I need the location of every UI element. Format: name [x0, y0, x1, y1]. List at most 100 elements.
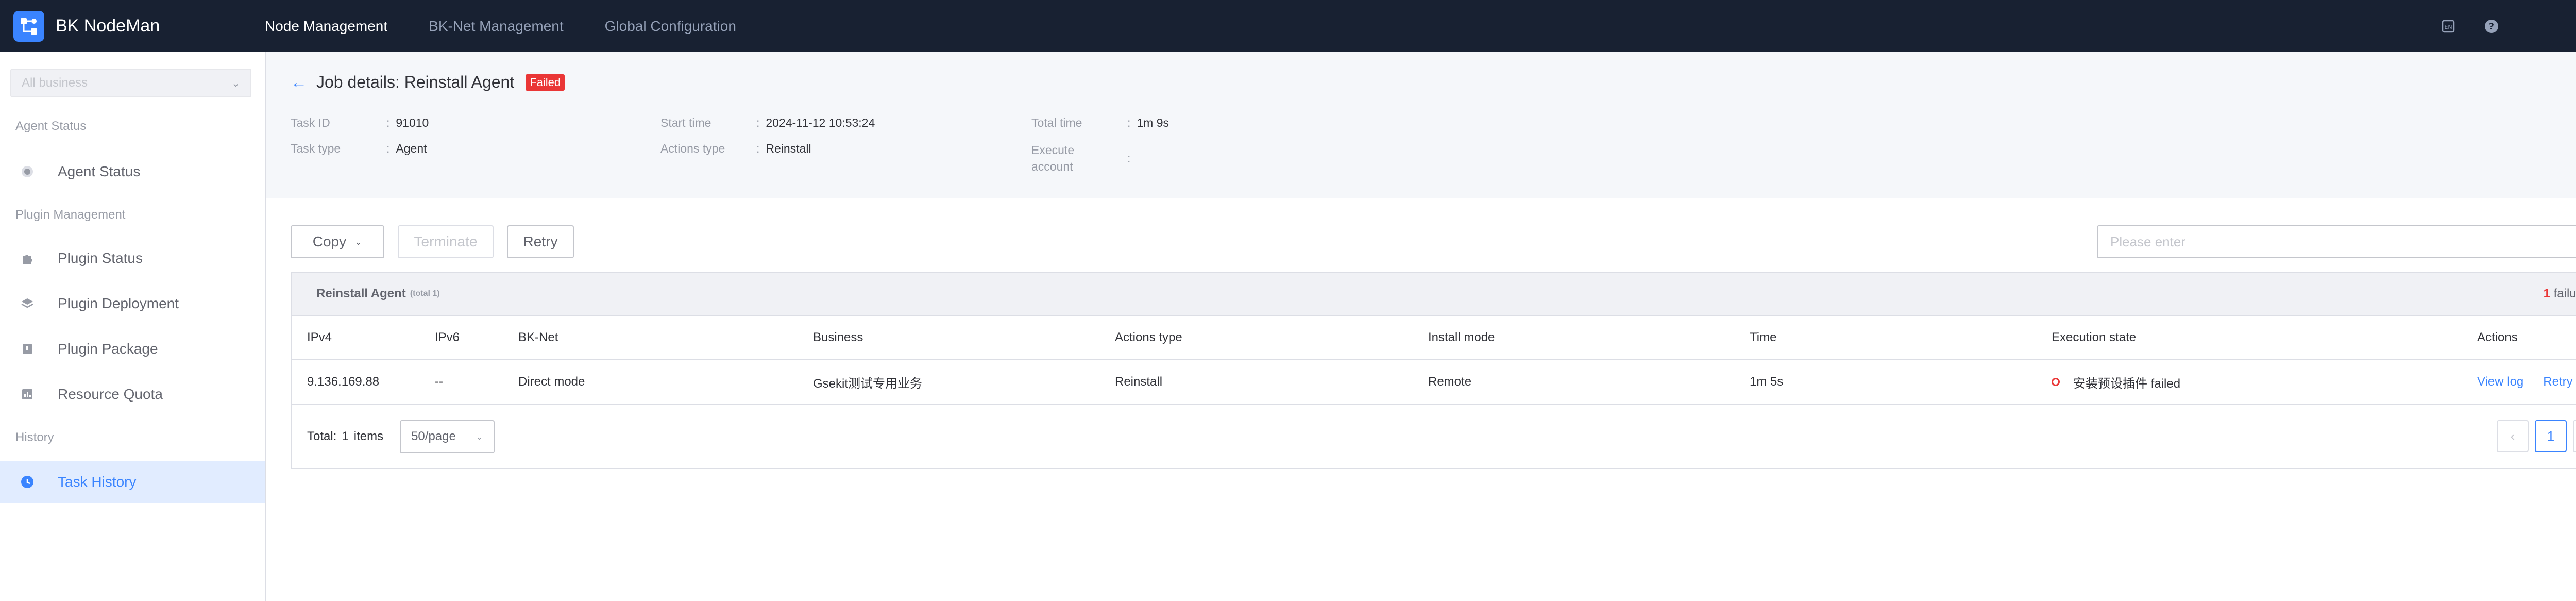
column-header[interactable]: Actions type	[1115, 316, 1182, 359]
job-header: ← Job details: Reinstall Agent Failed Ta…	[266, 52, 2576, 198]
table-header-row: IPv4 IPv6 BK-Net Business Actions type I…	[292, 316, 2576, 360]
cell-actions: View log Retry	[2477, 360, 2576, 404]
prev-page-button[interactable]: ‹	[2497, 420, 2529, 452]
cell-install-mode: Remote	[1428, 375, 1472, 389]
field-value: 91010	[396, 116, 429, 129]
cell-ipv6: --	[435, 375, 443, 389]
sidebar-item-plugin-status[interactable]: Plugin Status	[0, 238, 265, 279]
column-header: Actions	[2477, 330, 2518, 344]
sidebar-item-label: Plugin Status	[58, 250, 143, 266]
nav-global-configuration[interactable]: Global Configuration	[605, 18, 736, 35]
sidebar-item-label: Plugin Package	[58, 341, 158, 357]
field-label: Start time	[660, 116, 711, 129]
help-icon[interactable]: ?	[2483, 18, 2500, 35]
sidebar-item-resource-quota[interactable]: Resource Quota	[0, 374, 265, 415]
sidebar-item-task-history[interactable]: Task History	[0, 461, 265, 503]
sidebar-item-agent-status[interactable]: Agent Status	[0, 151, 265, 192]
group-total: (total 1)	[410, 289, 440, 298]
retry-link[interactable]: Retry	[2543, 375, 2572, 389]
svg-text:?: ?	[2489, 22, 2494, 32]
retry-button[interactable]: Retry	[507, 225, 574, 258]
nav-node-management[interactable]: Node Management	[265, 18, 387, 35]
field-execute-account: Execute account:	[1031, 142, 1137, 175]
status-circle-icon	[20, 164, 35, 179]
chevron-down-icon: ⌄	[231, 77, 240, 89]
pagination: Total: 1 items 50/page ⌄ ‹ 1 ›	[292, 405, 2576, 469]
top-nav: Node Management BK-Net Management Global…	[265, 0, 777, 52]
page-title: Job details: Reinstall Agent	[316, 73, 515, 91]
cell-actions-type: Reinstall	[1115, 375, 1163, 389]
language-icon[interactable]: EN	[2440, 18, 2456, 35]
sidebar: All business ⌄ Agent Status Agent Status…	[0, 52, 266, 601]
column-header[interactable]: IPv4	[307, 316, 332, 359]
business-select[interactable]: All business ⌄	[10, 69, 251, 97]
sidebar-item-plugin-package[interactable]: Plugin Package	[0, 328, 265, 370]
top-right-actions: EN ? ▼	[2413, 0, 2576, 52]
quota-chart-icon	[20, 387, 35, 402]
sidebar-group-history: History	[15, 430, 54, 444]
column-header[interactable]: IPv6	[435, 316, 460, 359]
group-name: Reinstall Agent	[316, 287, 406, 300]
main-content: ← Job details: Reinstall Agent Failed Ta…	[266, 52, 2576, 601]
field-label: Actions type	[660, 142, 725, 155]
cell-time: 1m 5s	[1750, 375, 1784, 389]
copy-dropdown-button[interactable]: Copy ⌄	[291, 225, 384, 258]
page-size-select[interactable]: 50/page ⌄	[400, 420, 495, 453]
failure-label: failure	[2553, 287, 2576, 300]
toolbar: Copy ⌄ Terminate Retry	[291, 225, 587, 258]
chevron-down-icon: ⌄	[354, 236, 363, 247]
search-input[interactable]: Please enter	[2097, 225, 2576, 258]
terminate-button[interactable]: Terminate	[398, 225, 494, 258]
task-table: Reinstall Agent (total 1) 1 failure IPv4…	[291, 272, 2576, 469]
sidebar-group-agent: Agent Status	[15, 119, 87, 133]
failure-summary: 1 failure	[2544, 287, 2576, 301]
cell-business: Gsekit测试专用业务	[813, 376, 923, 391]
package-icon	[20, 341, 35, 357]
items-label: items	[353, 429, 384, 443]
column-header[interactable]: Business	[813, 316, 863, 359]
field-value: Agent	[396, 142, 427, 155]
sidebar-item-label: Agent Status	[58, 163, 141, 179]
field-value: Reinstall	[766, 142, 811, 155]
table-row: 9.136.169.88 -- Direct mode Gsekit测试专用业务…	[292, 360, 2576, 405]
field-actions-type: Actions type: Reinstall	[660, 142, 811, 155]
sidebar-item-plugin-deployment[interactable]: Plugin Deployment	[0, 283, 265, 324]
total-label: Total:	[307, 429, 337, 443]
cell-execution-state: 安装预设插件 failed	[2052, 360, 2180, 404]
failure-count: 1	[2543, 287, 2550, 300]
nodeman-logo-icon	[13, 10, 44, 42]
table-group-header: Reinstall Agent (total 1) 1 failure	[292, 273, 2576, 316]
search-placeholder: Please enter	[2110, 233, 2185, 249]
field-label: Task ID	[291, 116, 330, 129]
brand[interactable]: BK NodeMan	[0, 10, 265, 42]
column-header[interactable]: BK-Net	[518, 316, 558, 359]
copy-label: Copy	[312, 233, 347, 249]
cell-ipv4: 9.136.169.88	[307, 375, 380, 389]
sidebar-item-label: Plugin Deployment	[58, 295, 179, 311]
column-header[interactable]: Execution state	[2052, 316, 2136, 359]
column-header[interactable]: Time	[1750, 316, 1776, 359]
top-navbar: BK NodeMan Node Management BK-Net Manage…	[0, 0, 2576, 52]
field-label: Task type	[291, 142, 341, 155]
business-select-value: All business	[22, 76, 88, 90]
field-value: 1m 9s	[1137, 116, 1170, 129]
failed-status-icon	[2052, 378, 2060, 386]
page-number-button[interactable]: 1	[2535, 420, 2567, 452]
next-page-button[interactable]: ›	[2573, 420, 2576, 452]
field-task-id: Task ID:91010	[291, 116, 429, 129]
puzzle-icon	[20, 251, 35, 266]
sidebar-group-plugin: Plugin Management	[15, 208, 126, 222]
chevron-down-icon: ⌄	[475, 431, 484, 442]
field-start-time: Start time:2024-11-12 10:53:24	[660, 116, 875, 129]
column-header[interactable]: Install mode	[1428, 316, 1495, 359]
view-log-link[interactable]: View log	[2477, 375, 2523, 389]
back-arrow-icon[interactable]: ←	[291, 73, 307, 92]
cell-bknet: Direct mode	[518, 375, 585, 389]
nav-bknet-management[interactable]: BK-Net Management	[429, 18, 563, 35]
field-label-line: Execute	[1031, 143, 1075, 157]
clock-icon	[20, 474, 35, 490]
deployment-layers-icon	[20, 296, 35, 311]
svg-text:EN: EN	[2445, 24, 2452, 30]
execution-state-text: 安装预设插件 failed	[2073, 376, 2181, 391]
chevron-left-icon: ‹	[2510, 428, 2515, 444]
